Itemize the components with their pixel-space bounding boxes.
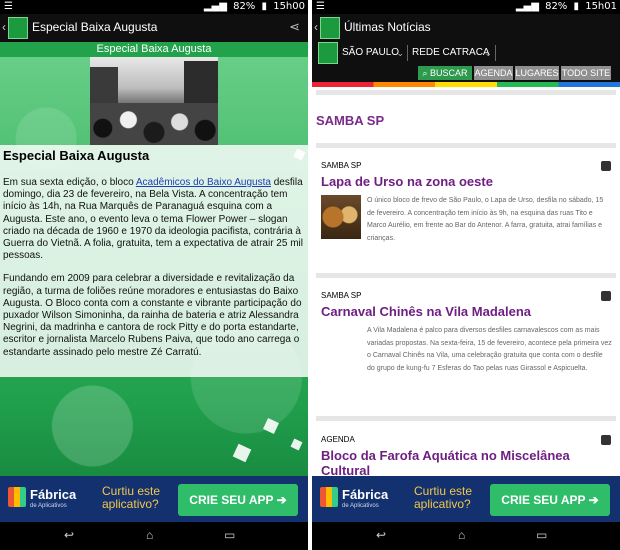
battery-icon: ▮ — [261, 1, 268, 12]
divider — [316, 143, 616, 148]
divider — [316, 273, 616, 278]
fabrica-logo: Fábrica de Aplicativos — [8, 485, 94, 513]
article-title: Especial Baixa Augusta — [3, 148, 150, 163]
battery-icon: ▮ — [573, 1, 580, 12]
ad-question: Curtiu este aplicativo? — [414, 484, 473, 511]
home-icon[interactable]: ⌂ — [146, 528, 153, 542]
ad-question: Curtiu este aplicativo? — [102, 484, 161, 511]
bloco-link[interactable]: Acadêmicos do Baixo Augusta — [136, 177, 271, 188]
ad-banner[interactable]: Fábrica de Aplicativos Curtiu este aplic… — [0, 476, 308, 522]
notification-icon: ☰ — [4, 1, 13, 12]
signal-icon: ▂▄▆ — [203, 1, 227, 12]
news-summary: A Vila Madalena é palco para diversos de… — [367, 327, 612, 372]
battery-level: 82% — [233, 1, 256, 12]
news-headline[interactable]: Bloco da Farofa Aquática no Miscelânea C… — [321, 448, 612, 476]
app-bar: ‹ Últimas Notícias — [312, 14, 620, 42]
search-icon: ⌕ — [422, 68, 431, 78]
section-band: Especial Baixa Augusta — [0, 42, 308, 57]
network-select[interactable]: REDE CATRACA ⌄ — [410, 45, 496, 61]
recents-icon[interactable]: ▭ — [224, 528, 235, 542]
city-select[interactable]: SÃO PAULO ⌄ — [340, 45, 408, 61]
create-app-button[interactable]: CRIE SEU APP ➔ — [490, 484, 610, 516]
recents-icon[interactable]: ▭ — [536, 528, 547, 542]
app-bar: ‹ Especial Baixa Augusta ⋖ — [0, 14, 308, 42]
right-phone-screen: ☰ ▂▄▆ 82% ▮ 15h01 ‹ Últimas Notícias SÃO… — [312, 0, 620, 550]
app-logo[interactable] — [320, 17, 340, 39]
news-list: SAMBA SP SAMBA SP Lapa de Urso na zona o… — [312, 87, 620, 476]
up-arrow-icon[interactable]: ‹ — [314, 20, 318, 34]
calendar-icon[interactable] — [601, 291, 611, 301]
battery-level: 82% — [545, 1, 568, 12]
news-headline[interactable]: Lapa de Urso na zona oeste — [321, 174, 612, 189]
back-icon[interactable]: ↩ — [64, 528, 74, 542]
chevron-down-icon: ⌄ — [396, 48, 404, 58]
gift-icon — [318, 42, 338, 64]
news-thumbnail[interactable] — [321, 195, 361, 239]
nav-bar: ↩ ⌂ ▭ — [0, 522, 308, 550]
article-paragraph: Em sua sexta edição, o bloco Acadêmicos … — [3, 177, 303, 262]
divider — [316, 90, 616, 95]
up-arrow-icon[interactable]: ‹ — [2, 20, 6, 34]
news-headline[interactable]: Carnaval Chinês na Vila Madalena — [321, 304, 612, 319]
agenda-button[interactable]: AGENDA — [474, 66, 513, 80]
fabrica-icon — [8, 487, 26, 507]
clock: 15h01 — [585, 1, 617, 12]
places-button[interactable]: LUGARES — [515, 66, 559, 80]
home-icon[interactable]: ⌂ — [458, 528, 465, 542]
news-category: SAMBA SP — [321, 291, 362, 300]
clock: 15h00 — [273, 1, 305, 12]
fabrica-logo: Fábrica de Aplicativos — [320, 485, 406, 513]
create-app-button[interactable]: CRIE SEU APP ➔ — [178, 484, 298, 516]
search-toolbar: ⌕ BUSCAR AGENDA LUGARES TODO SITE — [312, 64, 620, 82]
news-item[interactable]: SAMBA SP Carnaval Chinês na Vila Madalen… — [321, 291, 612, 375]
news-summary: O único bloco de frevo de São Paulo, o L… — [367, 197, 604, 242]
whole-site-button[interactable]: TODO SITE — [561, 66, 611, 80]
left-phone-screen: ☰ ▂▄▆ 82% ▮ 15h00 ‹ Especial Baixa Augus… — [0, 0, 308, 550]
news-item[interactable]: AGENDA Bloco da Farofa Aquática no Misce… — [321, 435, 612, 476]
status-bar: ☰ ▂▄▆ 82% ▮ 15h00 — [0, 0, 308, 14]
signal-icon: ▂▄▆ — [515, 1, 539, 12]
fabrica-icon — [320, 487, 338, 507]
article-paragraph: Fundando em 2009 para celebrar a diversi… — [3, 273, 302, 358]
article-body: Especial Baixa Augusta Em sua sexta ediç… — [0, 145, 308, 377]
filter-bar: SÃO PAULO ⌄ REDE CATRACA ⌄ — [312, 42, 620, 64]
ad-banner[interactable]: Fábrica de Aplicativos Curtiu este aplic… — [312, 476, 620, 522]
app-title: Últimas Notícias — [344, 20, 431, 34]
app-title: Especial Baixa Augusta — [32, 20, 158, 34]
app-logo[interactable] — [8, 17, 28, 39]
article-photo[interactable] — [90, 57, 218, 145]
back-icon[interactable]: ↩ — [376, 528, 386, 542]
share-icon[interactable]: ⋖ — [289, 19, 300, 35]
news-item[interactable]: SAMBA SP Lapa de Urso na zona oeste O ún… — [321, 161, 612, 245]
news-category: SAMBA SP — [321, 161, 362, 170]
status-bar: ☰ ▂▄▆ 82% ▮ 15h01 — [312, 0, 620, 14]
notification-icon: ☰ — [316, 1, 325, 12]
search-button[interactable]: ⌕ BUSCAR — [418, 66, 472, 80]
section-title: SAMBA SP — [316, 113, 385, 128]
chevron-down-icon: ⌄ — [484, 48, 492, 58]
calendar-icon[interactable] — [601, 435, 611, 445]
nav-bar: ↩ ⌂ ▭ — [312, 522, 620, 550]
divider — [316, 416, 616, 421]
news-category: AGENDA — [321, 435, 355, 444]
calendar-icon[interactable] — [601, 161, 611, 171]
